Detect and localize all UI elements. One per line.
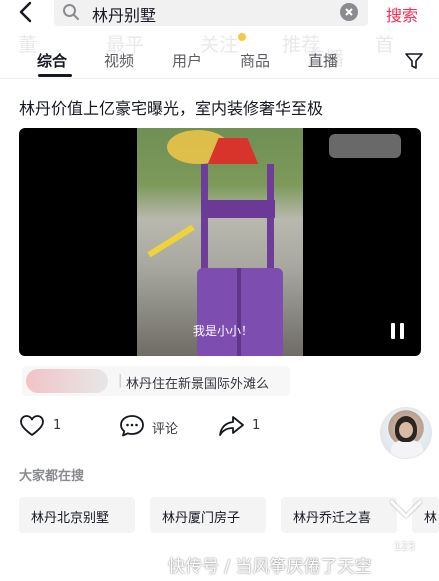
share-button[interactable]: 1 [218, 412, 268, 438]
search-icon [62, 3, 80, 25]
video-caption: 我是小小！ [193, 324, 254, 338]
author-avatar[interactable] [380, 407, 432, 459]
like-count: 1 [53, 418, 62, 433]
tab-video[interactable]: 视频 [104, 50, 134, 71]
source-row[interactable]: | 林丹住在新景国际外滩么 [22, 366, 290, 396]
filter-icon[interactable] [404, 52, 424, 74]
related-search-link[interactable]: 林丹住在新景国际外滩么 [126, 373, 269, 392]
avatar-shape [399, 422, 413, 438]
search-button[interactable]: 搜索 [386, 2, 418, 26]
blurred-author [26, 369, 108, 393]
top-bar: 林丹别墅 搜索 [0, 0, 439, 26]
divider [0, 78, 439, 79]
search-tabs: 综合 视频 用户 商品 直播 [0, 46, 439, 77]
tab-products[interactable]: 商品 [240, 50, 270, 71]
blurred-badge [329, 134, 401, 158]
back-icon[interactable] [14, 0, 40, 26]
action-bar: 1 评论 1 [0, 410, 439, 442]
suggestion-chips: 林丹北京别墅 林丹厦门房子 林丹乔迁之喜 林 [0, 497, 439, 537]
result-title[interactable]: 林丹价值上亿豪宅曝光，室内装修奢华至极 [19, 95, 323, 119]
tab-users[interactable]: 用户 [172, 50, 202, 71]
tab-general[interactable]: 综合 [37, 50, 67, 71]
people-searching-title: 大家都在搜 [19, 469, 85, 484]
notification-dot [238, 33, 246, 41]
share-icon [219, 416, 244, 436]
like-button[interactable]: 1 [19, 412, 69, 438]
comment-label: 评论 [152, 422, 179, 437]
watermark-text: 快传号 / 当风筝厌倦了天空 [168, 557, 372, 577]
suggestion-chip[interactable]: 林丹乔迁之喜 [281, 497, 397, 533]
share-count: 1 [252, 418, 261, 433]
search-input[interactable]: 林丹别墅 [92, 2, 156, 26]
clear-icon[interactable] [340, 3, 358, 21]
video-scene-shape [237, 268, 241, 356]
comment-button[interactable]: 评论 [119, 412, 189, 438]
video-scene-shape [201, 200, 275, 218]
suggestion-chip[interactable]: 林丹厦门房子 [150, 497, 266, 533]
tab-live[interactable]: 直播 [308, 50, 338, 71]
separator: | [118, 373, 123, 388]
comment-icon [120, 415, 144, 437]
chevron-down-icon [388, 498, 424, 526]
active-tab-indicator [38, 74, 72, 77]
suggestion-chip[interactable]: 林丹北京别墅 [19, 497, 135, 533]
video-player[interactable]: 我是小小！ [19, 128, 421, 356]
avatar-shape [391, 440, 423, 458]
watermark-number: 123 [394, 540, 415, 553]
search-box[interactable]: 林丹别墅 [54, 0, 368, 26]
video-scene-shape [147, 224, 195, 258]
heart-icon [20, 415, 44, 436]
pause-icon[interactable] [389, 323, 407, 341]
